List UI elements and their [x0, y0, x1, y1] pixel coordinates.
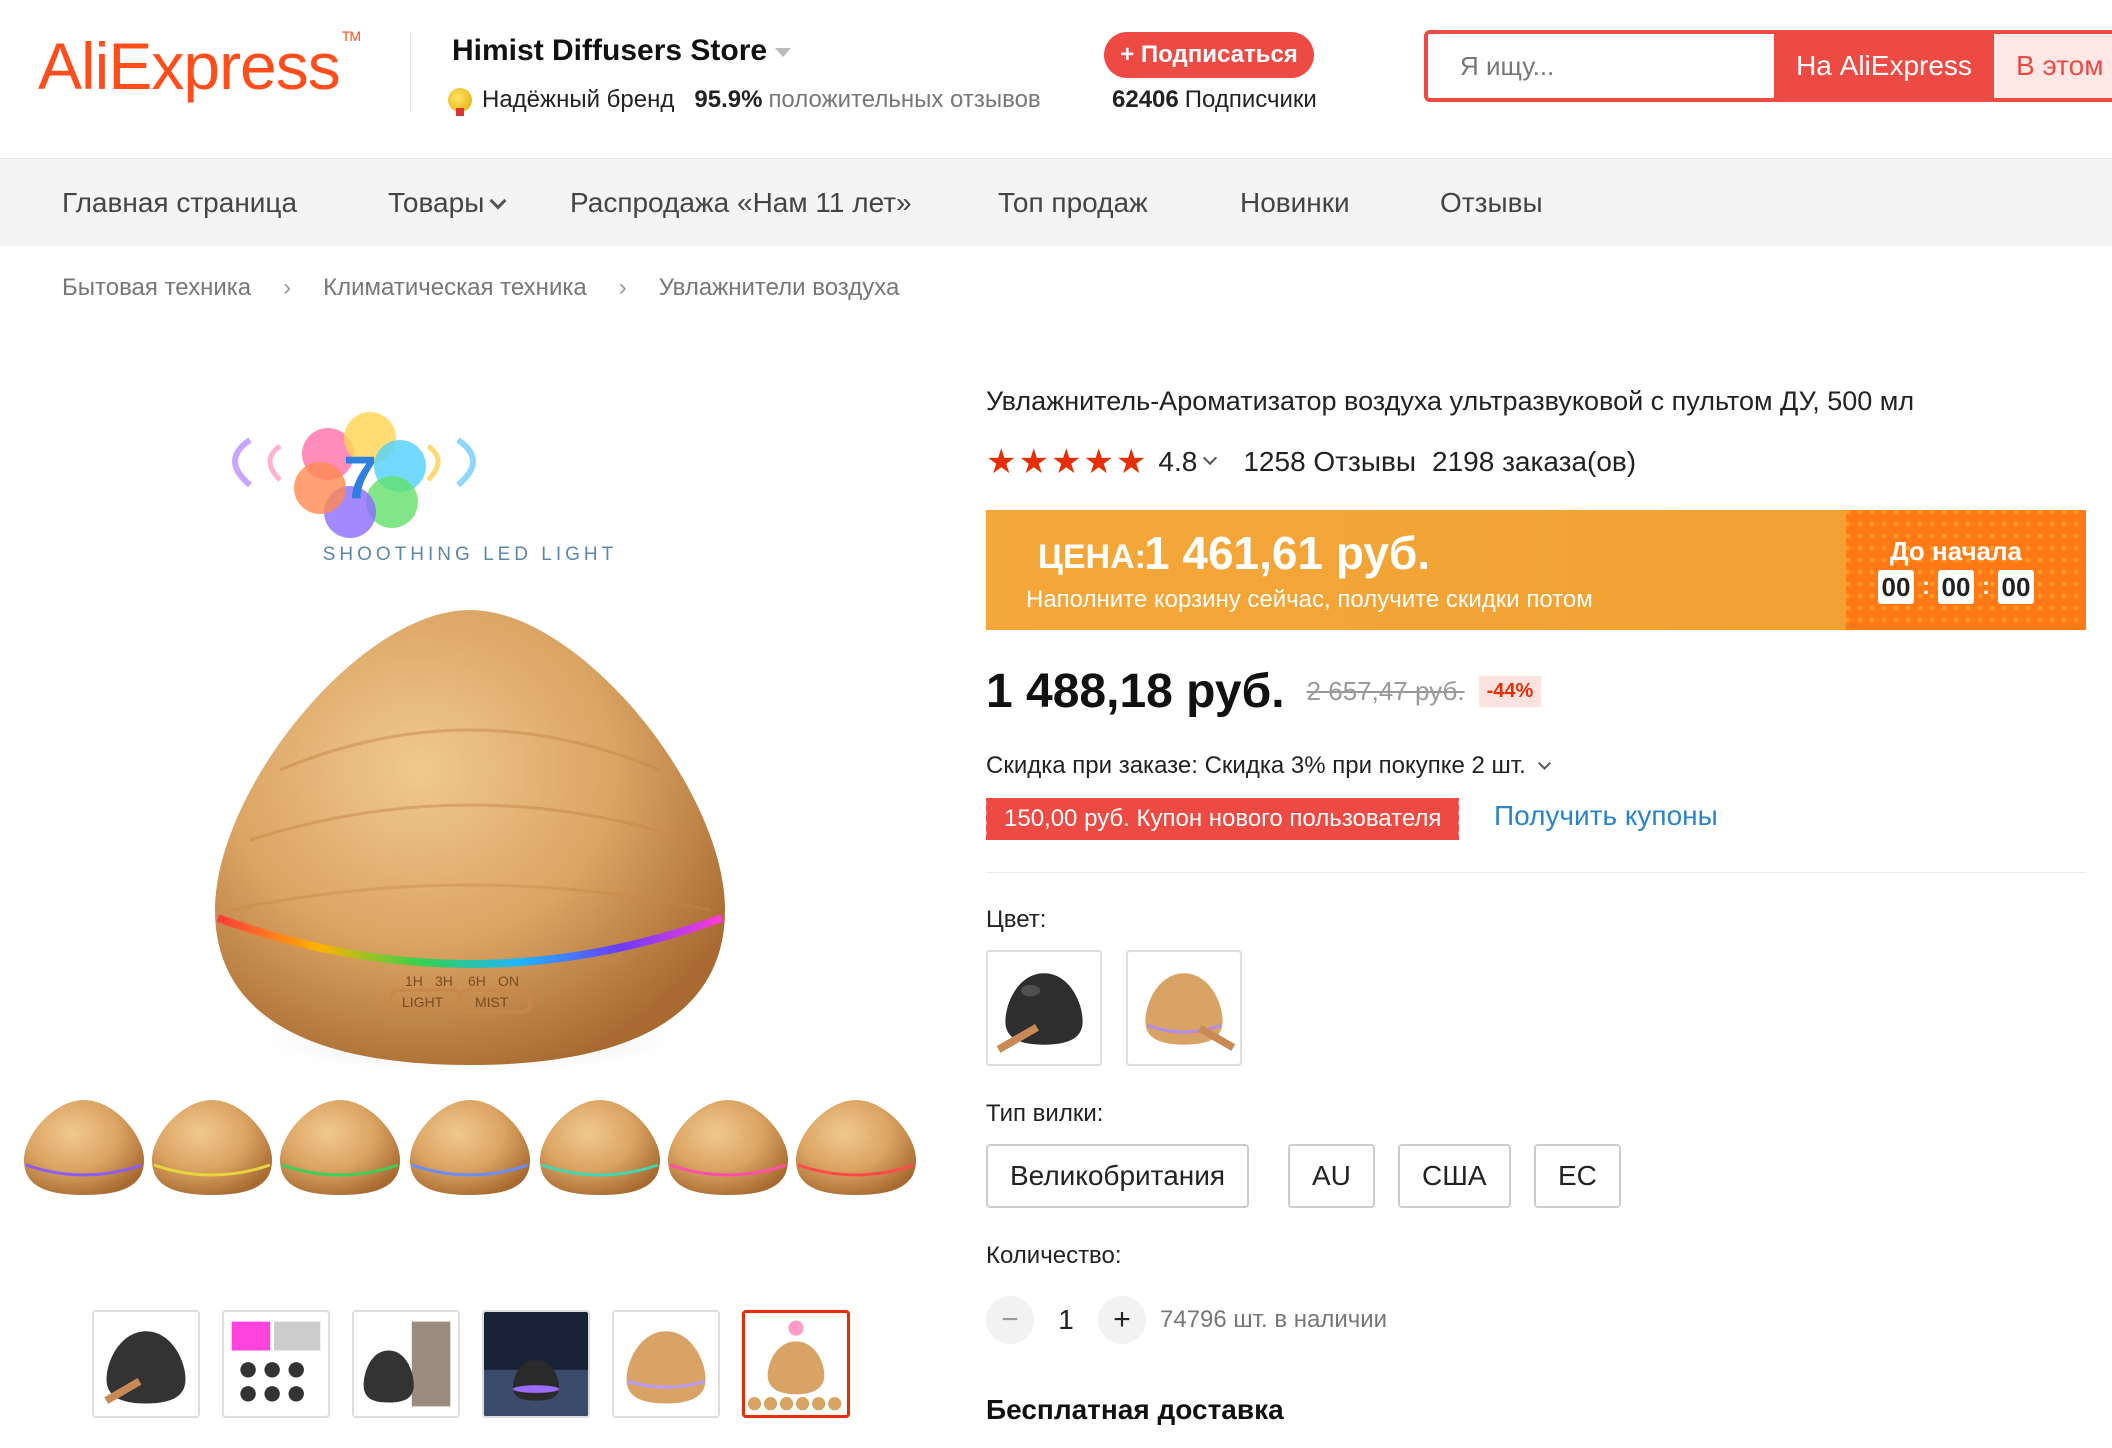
- nav-reviews[interactable]: Отзывы: [1440, 187, 1543, 219]
- plus-button[interactable]: +: [1098, 1296, 1146, 1344]
- medal-icon: [448, 88, 472, 116]
- store-rating-row: Надёжный бренд 95.9% положительных отзыв…: [448, 86, 1041, 116]
- nav-products[interactable]: Товары: [388, 187, 507, 219]
- search-bar: На AliExpress В этом: [1424, 30, 2112, 102]
- price-row: 1 488,18 руб. 2 657,47 руб. -44%: [986, 664, 1542, 719]
- discount-badge: -44%: [1478, 676, 1542, 707]
- product-title: Увлажнитель-Ароматизатор воздуха ультраз…: [986, 386, 1915, 416]
- thumbnail[interactable]: [482, 1310, 590, 1418]
- search-aliexpress-button[interactable]: На AliExpress: [1774, 34, 1994, 98]
- svg-text:1H: 1H: [405, 973, 423, 989]
- chevron-down-icon[interactable]: [1537, 756, 1551, 770]
- countdown-label: До начала: [1890, 536, 2022, 566]
- positive-rating-percent: 95.9%: [694, 86, 763, 113]
- color-swatch-black[interactable]: [986, 950, 1102, 1066]
- countdown-hours: 00: [1878, 570, 1914, 604]
- followers-count: 62406 Подписчики: [1112, 86, 1317, 113]
- star-icon: ★: [1115, 443, 1147, 481]
- promo-price-value: 1 461,61 руб.: [1144, 527, 1431, 579]
- star-icon: ★: [986, 443, 1017, 481]
- color-variants-row: [24, 1100, 916, 1195]
- star-icon: ★: [1018, 443, 1049, 481]
- nav-top-sales[interactable]: Топ продаж: [998, 187, 1148, 219]
- star-icon: ★: [1083, 443, 1114, 481]
- new-user-coupon[interactable]: 150,00 руб. Купон нового пользователя: [981, 798, 1460, 840]
- chevron-down-icon: [489, 192, 507, 210]
- thumbnail[interactable]: [612, 1310, 720, 1418]
- nav-home[interactable]: Главная страница: [62, 187, 297, 219]
- svg-text:LIGHT: LIGHT: [402, 994, 444, 1010]
- quantity-stepper: − 1 + 74796 шт. в наличии: [986, 1296, 1387, 1344]
- svg-text:3H: 3H: [435, 973, 453, 989]
- thumbnail[interactable]: [352, 1310, 460, 1418]
- breadcrumb-item[interactable]: Бытовая техника: [62, 274, 251, 302]
- subscribe-button[interactable]: + Подписаться: [1104, 32, 1314, 78]
- plug-option-eu[interactable]: EC: [1534, 1144, 1621, 1208]
- stock-count: 74796 шт. в наличии: [1160, 1306, 1388, 1333]
- star-icon: ★: [1050, 443, 1082, 481]
- current-price: 1 488,18 руб.: [986, 665, 1285, 718]
- rating-row: ★ ★ ★ ★ ★ 4.8 1258 Отзывы 2198 заказа(ов…: [986, 443, 1637, 481]
- nav-new[interactable]: Новинки: [1240, 187, 1350, 219]
- brand-badge-label: Надёжный бренд: [482, 86, 675, 113]
- promo-price-label: ЦЕНА:: [1038, 538, 1146, 576]
- svg-text:7: 7: [343, 444, 376, 511]
- chevron-down-icon[interactable]: [1203, 450, 1218, 466]
- countdown-seconds: 00: [1998, 570, 2034, 604]
- breadcrumb-item[interactable]: Увлажнители воздуха: [659, 274, 900, 302]
- promo-note: Наполните корзину сейчас, получите скидк…: [1026, 586, 1593, 613]
- store-nav: Главная страница Товары Распродажа «Нам …: [0, 158, 2112, 246]
- bulk-discount[interactable]: Скидка при заказе: Скидка 3% при покупке…: [986, 752, 1551, 780]
- breadcrumb-item[interactable]: Климатическая техника: [323, 274, 587, 302]
- plug-option-au[interactable]: AU: [1288, 1144, 1375, 1208]
- thumbnail-active[interactable]: [742, 1310, 850, 1418]
- countdown-minutes: 00: [1938, 570, 1974, 604]
- chevron-right-icon: ›: [618, 274, 627, 301]
- color-label: Цвет:: [986, 906, 1047, 933]
- product-main-image[interactable]: 7 SHOOTHING LED LIGHT 1H 3H 6H ON LIGHT …: [20, 390, 920, 1260]
- header: AliExpress TM Himist Diffusers Store Надё…: [0, 0, 2112, 158]
- old-price: 2 657,47 руб.: [1306, 676, 1465, 706]
- banner-text: SHOOTHING LED LIGHT: [323, 544, 618, 565]
- svg-text:MIST: MIST: [475, 994, 509, 1010]
- breadcrumb: Бытовая техника › Климатическая техника …: [62, 274, 899, 302]
- header-divider: [410, 32, 411, 112]
- thumbnail-strip: [92, 1310, 872, 1418]
- quantity-label: Количество:: [986, 1242, 1122, 1269]
- minus-button[interactable]: −: [986, 1296, 1034, 1344]
- store-name[interactable]: Himist Diffusers Store: [452, 34, 792, 68]
- plug-type-label: Тип вилки:: [986, 1100, 1104, 1127]
- thumbnail[interactable]: [222, 1310, 330, 1418]
- search-store-button[interactable]: В этом: [1994, 34, 2112, 98]
- svg-text:ON: ON: [498, 973, 519, 989]
- led-flower-badge: 7: [294, 412, 426, 538]
- countdown-timer: 00 : 00 : 00: [1878, 570, 2034, 604]
- search-input[interactable]: [1428, 34, 1774, 98]
- caret-down-icon[interactable]: [775, 47, 792, 57]
- orders-count: 2198 заказа(ов): [1432, 446, 1637, 477]
- get-coupons-link[interactable]: Получить купоны: [1494, 800, 1718, 832]
- color-swatch-wood[interactable]: [1126, 950, 1242, 1066]
- nav-sale[interactable]: Распродажа «Нам 11 лет»: [570, 187, 912, 219]
- reviews-count[interactable]: 1258 Отзывы: [1243, 446, 1416, 478]
- divider: [986, 872, 2086, 873]
- thumbnail[interactable]: [92, 1310, 200, 1418]
- quantity-value[interactable]: 1: [1034, 1304, 1098, 1336]
- shipping-info: Бесплатная доставка: [986, 1394, 1284, 1425]
- aliexpress-logo[interactable]: AliExpress TM: [38, 28, 361, 104]
- positive-rating-label: положительных отзывов: [768, 86, 1041, 113]
- rating-value[interactable]: 4.8: [1158, 446, 1197, 478]
- diffuser-body: [215, 610, 725, 1065]
- plug-option-uk[interactable]: Великобритания: [986, 1144, 1250, 1208]
- svg-text:6H: 6H: [468, 973, 486, 989]
- chevron-right-icon: ›: [283, 274, 292, 301]
- plug-option-us[interactable]: США: [1398, 1144, 1511, 1208]
